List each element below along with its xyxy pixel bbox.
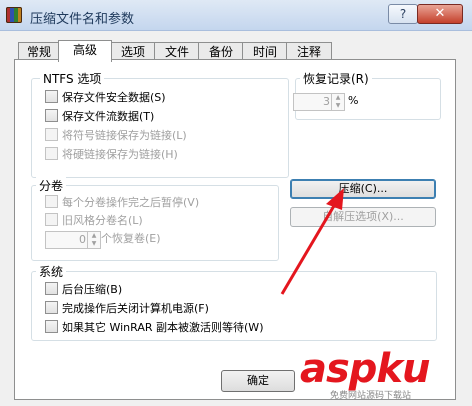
aspku-watermark: aspku 免费网站源码下载站	[300, 348, 466, 402]
watermark-subtitle: 免费网站源码下载站	[330, 391, 412, 401]
annotation-arrow-head	[326, 188, 344, 210]
annotation-arrow-shaft	[280, 198, 340, 295]
watermark-logo-text: aspku	[300, 346, 431, 392]
